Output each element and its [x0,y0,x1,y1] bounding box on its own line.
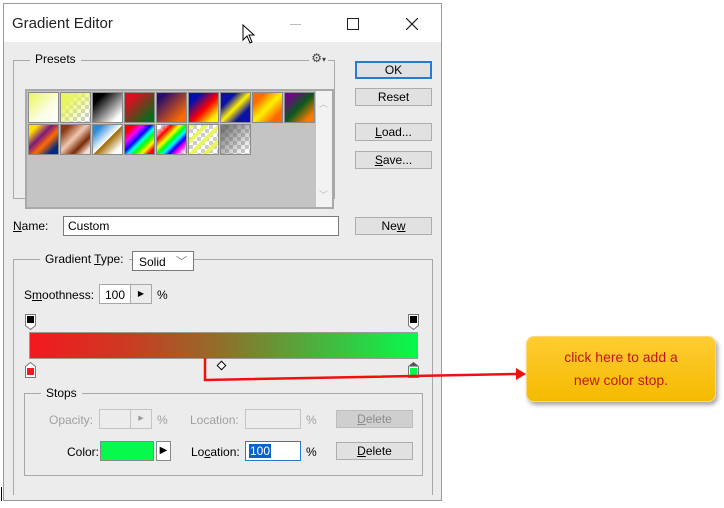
annotation-callout: click here to add a new color stop. [526,336,716,402]
callout-line-2: new color stop. [573,372,669,388]
callout-line-1: click here to add a [564,349,678,365]
text-caret [1,487,2,501]
annotation-arrow [203,358,526,382]
